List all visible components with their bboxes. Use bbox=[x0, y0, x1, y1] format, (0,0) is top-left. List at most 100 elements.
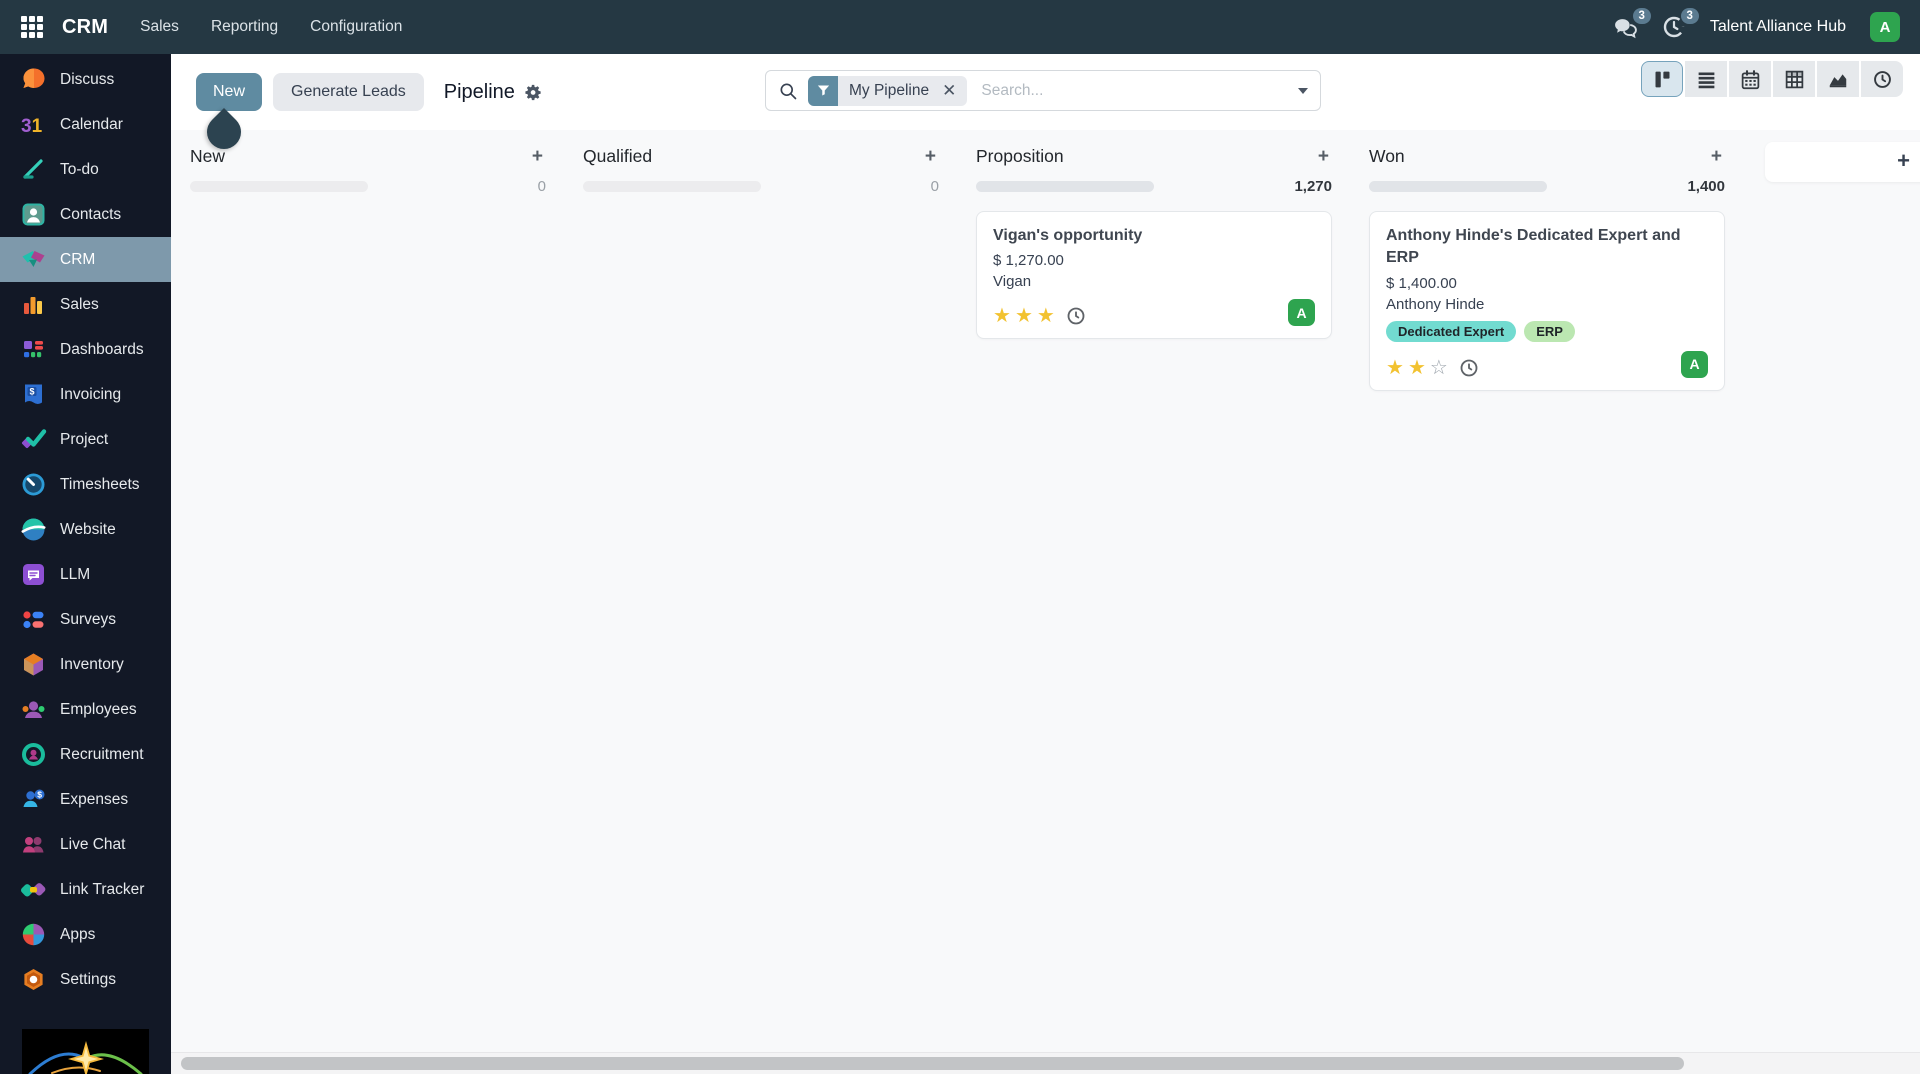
messages-icon[interactable]: 3 bbox=[1613, 15, 1638, 40]
quick-add-icon[interactable]: + bbox=[1708, 146, 1725, 168]
quick-add-icon[interactable]: + bbox=[529, 146, 546, 168]
company-name[interactable]: Talent Alliance Hub bbox=[1710, 18, 1846, 36]
kanban-card[interactable]: Anthony Hinde's Dedicated Expert and ERP… bbox=[1369, 211, 1725, 391]
quick-add-icon[interactable]: + bbox=[1315, 146, 1332, 168]
sidebar-item-label: Expenses bbox=[60, 791, 128, 809]
kanban-column-new: New +0 bbox=[190, 143, 546, 391]
search-input[interactable] bbox=[979, 81, 1290, 101]
llm-icon bbox=[20, 561, 47, 588]
sidebar-item-label: CRM bbox=[60, 251, 95, 269]
sidebar-item-timesheets[interactable]: Timesheets bbox=[0, 462, 171, 507]
view-kanban-button[interactable] bbox=[1641, 61, 1683, 97]
sidebar-item-link-tracker[interactable]: Link Tracker bbox=[0, 867, 171, 912]
menu-reporting[interactable]: Reporting bbox=[211, 18, 278, 36]
column-progressbar[interactable] bbox=[1369, 181, 1547, 192]
column-progressbar[interactable] bbox=[583, 181, 761, 192]
view-pivot-button[interactable] bbox=[1773, 61, 1815, 97]
star-filled-icon[interactable]: ★ bbox=[993, 306, 1011, 326]
sidebar-item-apps[interactable]: Apps bbox=[0, 912, 171, 957]
column-progressbar[interactable] bbox=[976, 181, 1154, 192]
activity-clock-icon[interactable] bbox=[1459, 358, 1479, 378]
website-icon bbox=[20, 516, 47, 543]
kanban-columns: New+0Qualified+0Proposition+1,270Vigan's… bbox=[190, 143, 1920, 391]
view-list-button[interactable] bbox=[1685, 61, 1727, 97]
control-panel: New Generate Leads Pipeline My Pipeline … bbox=[171, 54, 1920, 130]
sidebar-item-llm[interactable]: LLM bbox=[0, 552, 171, 597]
sidebar-item-invoicing[interactable]: $Invoicing bbox=[0, 372, 171, 417]
livechat-icon bbox=[20, 831, 47, 858]
calendar-view-icon bbox=[1740, 69, 1761, 90]
user-avatar[interactable]: A bbox=[1870, 12, 1900, 42]
gear-icon[interactable] bbox=[524, 83, 543, 102]
linktracker-icon bbox=[20, 876, 47, 903]
star-empty-icon[interactable]: ☆ bbox=[1430, 358, 1448, 378]
add-column-button[interactable]: + bbox=[1765, 142, 1920, 182]
column-expected-revenue: 1,400 bbox=[1687, 178, 1725, 195]
search-bar: My Pipeline ✕ bbox=[765, 70, 1321, 111]
view-switcher bbox=[1641, 61, 1903, 97]
recruitment-icon bbox=[20, 741, 47, 768]
view-calendar-button[interactable] bbox=[1729, 61, 1771, 97]
sidebar-item-label: Inventory bbox=[60, 656, 124, 674]
sidebar-item-crm[interactable]: CRM bbox=[0, 237, 171, 282]
todo-icon bbox=[20, 156, 47, 183]
menu-configuration[interactable]: Configuration bbox=[310, 18, 402, 36]
kanban-card[interactable]: Vigan's opportunity$ 1,270.00Vigan★★★A bbox=[976, 211, 1332, 339]
generate-leads-button[interactable]: Generate Leads bbox=[273, 73, 424, 111]
sidebar-item-expenses[interactable]: $Expenses bbox=[0, 777, 171, 822]
calendar-icon: 31 bbox=[20, 111, 47, 138]
column-title: New bbox=[190, 146, 225, 167]
sidebar-item-discuss[interactable]: Discuss bbox=[0, 57, 171, 102]
sidebar-item-dashboards[interactable]: Dashboards bbox=[0, 327, 171, 372]
activity-clock-icon[interactable] bbox=[1066, 306, 1086, 326]
column-expected-revenue: 0 bbox=[538, 178, 546, 195]
column-title: Proposition bbox=[976, 146, 1064, 167]
project-icon bbox=[20, 426, 47, 453]
messages-badge: 3 bbox=[1633, 8, 1651, 24]
view-graph-button[interactable] bbox=[1817, 61, 1859, 97]
current-app-name[interactable]: CRM bbox=[62, 16, 108, 39]
sidebar-item-surveys[interactable]: Surveys bbox=[0, 597, 171, 642]
quick-add-icon[interactable]: + bbox=[922, 146, 939, 168]
card-title: Vigan's opportunity bbox=[993, 225, 1315, 247]
sidebar-item-sales[interactable]: Sales bbox=[0, 282, 171, 327]
sidebar-item-settings[interactable]: Settings bbox=[0, 957, 171, 1002]
menu-sales[interactable]: Sales bbox=[140, 18, 179, 36]
apps-icon bbox=[20, 921, 47, 948]
activities-icon[interactable]: 3 bbox=[1662, 15, 1686, 39]
star-filled-icon[interactable]: ★ bbox=[1037, 306, 1055, 326]
search-icon bbox=[778, 81, 798, 101]
sidebar-item-recruitment[interactable]: Recruitment bbox=[0, 732, 171, 777]
sidebar-item-contacts[interactable]: Contacts bbox=[0, 192, 171, 237]
navbar-right: 3 3 Talent Alliance Hub A bbox=[1613, 12, 1900, 42]
sidebar-item-to-do[interactable]: To-do bbox=[0, 147, 171, 192]
star-filled-icon[interactable]: ★ bbox=[1015, 306, 1033, 326]
sidebar-item-project[interactable]: Project bbox=[0, 417, 171, 462]
sidebar-item-website[interactable]: Website bbox=[0, 507, 171, 552]
sidebar-item-inventory[interactable]: Inventory bbox=[0, 642, 171, 687]
contacts-icon bbox=[20, 201, 47, 228]
sidebar-item-employees[interactable]: Employees bbox=[0, 687, 171, 732]
svg-text:31: 31 bbox=[21, 116, 43, 137]
card-expected-revenue: $ 1,400.00 bbox=[1386, 275, 1708, 292]
sidebar-item-live-chat[interactable]: Live Chat bbox=[0, 822, 171, 867]
horizontal-scrollbar-thumb[interactable] bbox=[181, 1057, 1684, 1070]
card-tags: Dedicated ExpertERP bbox=[1386, 321, 1708, 342]
card-expected-revenue: $ 1,270.00 bbox=[993, 252, 1315, 269]
sidebar-item-calendar[interactable]: 31Calendar bbox=[0, 102, 171, 147]
invoicing-icon: $ bbox=[20, 381, 47, 408]
column-progressbar[interactable] bbox=[190, 181, 368, 192]
star-filled-icon[interactable]: ★ bbox=[1386, 358, 1404, 378]
facet-remove-icon[interactable]: ✕ bbox=[940, 76, 967, 106]
view-activity-button[interactable] bbox=[1861, 61, 1903, 97]
apps-grid-icon[interactable] bbox=[20, 15, 44, 39]
employees-icon bbox=[20, 696, 47, 723]
card-assignee-avatar[interactable]: A bbox=[1288, 299, 1315, 326]
star-filled-icon[interactable]: ★ bbox=[1408, 358, 1426, 378]
card-assignee-avatar[interactable]: A bbox=[1681, 351, 1708, 378]
card-priority-stars: ★★★ bbox=[993, 306, 1086, 326]
sidebar-item-label: Discuss bbox=[60, 71, 114, 89]
app-sidebar: Discuss 31CalendarTo-doContacts CRM SalesDa… bbox=[0, 54, 171, 1074]
new-button[interactable]: New bbox=[196, 73, 262, 111]
search-dropdown-caret-icon[interactable] bbox=[1298, 88, 1308, 94]
